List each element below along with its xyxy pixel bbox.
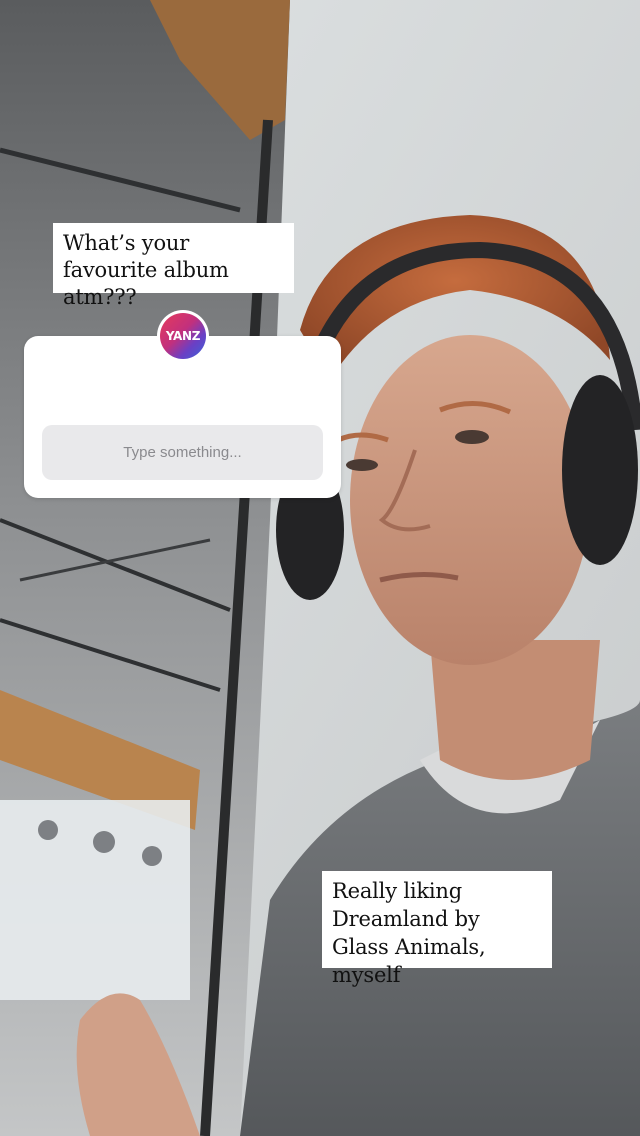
answer-input[interactable]: Type something... [42,425,323,480]
avatar-icon: YANZ [160,313,206,359]
reply-caption: Really liking Dreamland by Glass Animals… [322,871,552,987]
story-screen: What’s your favourite album atm??? YANZ … [0,0,640,1136]
answer-placeholder: Type something... [123,444,242,461]
avatar-text: YANZ [165,329,201,343]
question-caption: What’s your favourite album atm??? [53,223,294,309]
avatar: YANZ [157,310,209,362]
